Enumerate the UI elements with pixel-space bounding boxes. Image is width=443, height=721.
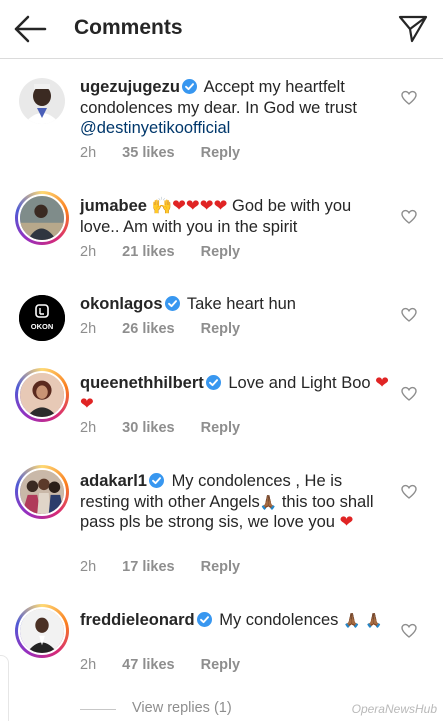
- likes-count[interactable]: 17 likes: [122, 559, 174, 575]
- verified-badge-icon: [196, 612, 212, 627]
- back-arrow-icon[interactable]: [12, 12, 48, 46]
- reply-button[interactable]: Reply: [201, 420, 241, 436]
- verified-badge-icon: [205, 375, 221, 390]
- avatar-logo-text: OKON: [31, 322, 54, 331]
- likes-count[interactable]: 35 likes: [122, 145, 174, 161]
- heart-icon[interactable]: [401, 90, 417, 106]
- comment-username[interactable]: freddieleonard: [80, 611, 195, 629]
- comment-text: adakarl1 My condolences , He is resting …: [80, 471, 390, 533]
- top-bar: Comments: [0, 0, 443, 59]
- reply-button[interactable]: Reply: [201, 559, 241, 575]
- page-title: Comments: [74, 16, 183, 39]
- avatar[interactable]: [15, 604, 69, 658]
- heart-icon[interactable]: [401, 484, 417, 500]
- comment-text: okonlagos Take heart hun: [80, 294, 390, 315]
- comment-username[interactable]: jumabee: [80, 197, 147, 215]
- comment-text: queenethhilbert Love and Light Boo ❤❤: [80, 373, 390, 414]
- comment-time: 2h: [80, 559, 97, 575]
- watermark: OperaNewsHub: [351, 702, 437, 716]
- edge-tab: [0, 655, 9, 721]
- likes-count[interactable]: 47 likes: [122, 657, 174, 673]
- heart-icon[interactable]: [401, 623, 417, 639]
- comment-meta: 2h 21 likes Reply: [80, 244, 262, 260]
- comment-text: jumabee 🙌❤❤❤❤ God be with you love.. Am …: [80, 196, 390, 237]
- comment-time: 2h: [80, 321, 97, 337]
- comment-body: Love and Light Boo: [228, 374, 371, 392]
- verified-badge-icon: [181, 79, 197, 94]
- view-replies-button[interactable]: View replies (1): [132, 700, 232, 716]
- comment-username[interactable]: queenethhilbert: [80, 374, 204, 392]
- heart-icon[interactable]: [401, 386, 417, 402]
- comment-body: Take heart hun: [186, 295, 296, 313]
- avatar[interactable]: [15, 368, 69, 422]
- reply-button[interactable]: Reply: [201, 145, 241, 161]
- clap-emoji: 🙌: [151, 197, 173, 215]
- reply-button[interactable]: Reply: [201, 657, 241, 673]
- likes-count[interactable]: 30 likes: [122, 420, 174, 436]
- comment-username[interactable]: ugezujugezu: [80, 78, 180, 96]
- mention-link[interactable]: @destinyetikoofficial: [80, 119, 230, 137]
- praying-hands-emoji: 🙏🏾: [343, 612, 361, 628]
- praying-hands-emoji: 🙏🏾: [365, 612, 383, 628]
- heart-icon[interactable]: [401, 307, 417, 323]
- avatar[interactable]: [19, 78, 65, 124]
- verified-badge-icon: [164, 296, 180, 311]
- comment-text: ugezujugezu Accept my heartfelt condolen…: [80, 77, 390, 139]
- comment-username[interactable]: adakarl1: [80, 472, 147, 490]
- praying-hands-emoji: 🙏🏾: [259, 493, 278, 510]
- comment-text: freddieleonard My condolences 🙏🏾 🙏🏾: [80, 610, 390, 631]
- likes-count[interactable]: 26 likes: [122, 321, 174, 337]
- heart-icon[interactable]: [401, 209, 417, 225]
- avatar[interactable]: [15, 191, 69, 245]
- direct-send-icon[interactable]: [397, 13, 429, 45]
- reply-button[interactable]: Reply: [201, 321, 241, 337]
- heart-emojis: ❤: [339, 513, 354, 531]
- reply-button[interactable]: Reply: [201, 244, 241, 260]
- likes-count[interactable]: 21 likes: [122, 244, 174, 260]
- avatar[interactable]: [15, 465, 69, 519]
- avatar[interactable]: OKON: [19, 295, 65, 341]
- comment-time: 2h: [80, 420, 97, 436]
- view-replies-divider: [80, 709, 116, 710]
- heart-emojis: ❤❤❤❤: [172, 197, 228, 215]
- comment-meta: 2h 30 likes Reply: [80, 420, 262, 436]
- verified-badge-icon: [148, 473, 164, 488]
- comment-body: My condolences: [219, 611, 339, 629]
- comment-time: 2h: [80, 145, 97, 161]
- comment-meta: 2h 26 likes Reply: [80, 321, 262, 337]
- comment-time: 2h: [80, 657, 97, 673]
- comment-meta: 2h 17 likes Reply: [80, 559, 262, 575]
- comment-meta: 2h 35 likes Reply: [80, 145, 262, 161]
- comment-username[interactable]: okonlagos: [80, 295, 163, 313]
- comment-meta: 2h 47 likes Reply: [80, 657, 262, 673]
- comment-time: 2h: [80, 244, 97, 260]
